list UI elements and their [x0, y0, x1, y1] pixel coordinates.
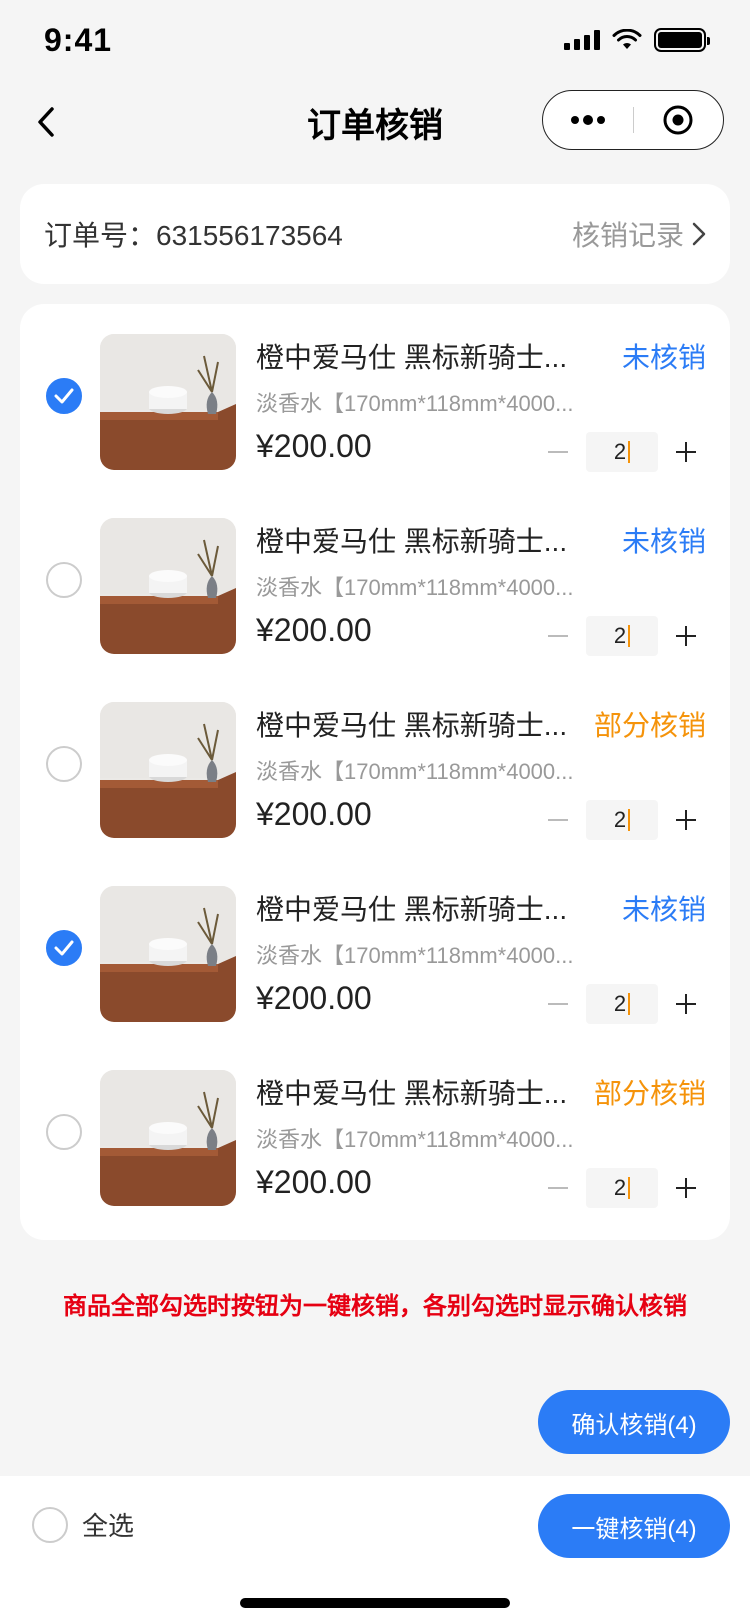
- product-title: 橙中爱马仕 黑标新骑士...: [256, 710, 568, 741]
- product-spec: 淡香水【170mm*118mm*4000...: [256, 1127, 574, 1152]
- select-all-label: 全选: [82, 1511, 135, 1541]
- quantity-stepper: 2: [538, 1168, 706, 1208]
- select-all-toggle[interactable]: 全选: [32, 1506, 134, 1543]
- target-close-icon: [663, 105, 693, 135]
- increase-button[interactable]: [666, 984, 706, 1024]
- verify-status-badge: 未核销: [621, 526, 706, 557]
- verify-status-badge: 未核销: [621, 894, 706, 925]
- increase-button[interactable]: [666, 800, 706, 840]
- product-spec: 淡香水【170mm*118mm*4000...: [256, 759, 574, 784]
- signal-icon: [564, 30, 600, 50]
- quantity-value[interactable]: 2: [586, 432, 658, 472]
- product-title: 橙中爱马仕 黑标新骑士...: [256, 342, 568, 373]
- chevron-right-icon: [692, 222, 706, 246]
- home-indicator: [240, 1598, 510, 1608]
- page-title: 订单核销: [307, 106, 443, 145]
- increase-button[interactable]: [666, 616, 706, 656]
- verify-status-badge: 部分核销: [593, 1078, 706, 1109]
- product-list: 橙中爱马仕 黑标新骑士... 未核销 淡香水【170mm*118mm*4000.…: [20, 304, 730, 1240]
- order-number: 订单号：631556173564: [44, 220, 343, 251]
- product-price: ¥200.00: [256, 980, 372, 1016]
- quantity-stepper: 2: [538, 616, 706, 656]
- checkmark-icon: [54, 388, 74, 404]
- decrease-button[interactable]: [538, 800, 578, 840]
- item-checkbox[interactable]: [46, 746, 82, 782]
- product-item[interactable]: 橙中爱马仕 黑标新骑士... 未核销 淡香水【170mm*118mm*4000.…: [20, 856, 730, 1040]
- more-dots-icon: [570, 115, 605, 125]
- quantity-stepper: 2: [538, 800, 706, 840]
- item-checkbox[interactable]: [46, 378, 82, 414]
- verify-status-badge: 未核销: [621, 342, 706, 373]
- quantity-stepper: 2: [538, 984, 706, 1024]
- product-spec: 淡香水【170mm*118mm*4000...: [256, 575, 574, 600]
- product-price: ¥200.00: [256, 1164, 372, 1200]
- nav-bar: 订单核销: [0, 80, 750, 164]
- records-link-label: 核销记录: [571, 220, 684, 251]
- quantity-value[interactable]: 2: [586, 984, 658, 1024]
- decrease-button[interactable]: [538, 616, 578, 656]
- verification-records-link[interactable]: 核销记录: [572, 214, 706, 254]
- product-item[interactable]: 橙中爱马仕 黑标新骑士... 未核销 淡香水【170mm*118mm*4000.…: [20, 304, 730, 488]
- product-price: ¥200.00: [256, 796, 372, 832]
- product-title: 橙中爱马仕 黑标新骑士...: [256, 1078, 568, 1109]
- product-price: ¥200.00: [256, 612, 372, 648]
- verify-status-badge: 部分核销: [593, 710, 706, 741]
- decrease-button[interactable]: [538, 1168, 578, 1208]
- status-bar: 9:41: [0, 0, 750, 80]
- close-miniprogram-button[interactable]: [634, 91, 724, 149]
- product-item[interactable]: 橙中爱马仕 黑标新骑士... 部分核销 淡香水【170mm*118mm*4000…: [20, 1040, 730, 1224]
- chevron-left-icon: [38, 107, 54, 137]
- item-checkbox[interactable]: [46, 1114, 82, 1150]
- battery-icon: [654, 28, 710, 52]
- item-checkbox[interactable]: [46, 562, 82, 598]
- product-price: ¥200.00: [256, 428, 372, 464]
- quantity-value[interactable]: 2: [586, 800, 658, 840]
- quantity-value[interactable]: 2: [586, 616, 658, 656]
- product-thumbnail: [100, 1070, 236, 1206]
- confirm-verify-button[interactable]: 确认核销(4): [538, 1390, 730, 1454]
- item-checkbox[interactable]: [46, 930, 82, 966]
- order-info-card: 订单号：631556173564 核销记录: [20, 184, 730, 284]
- product-thumbnail: [100, 334, 236, 470]
- product-thumbnail: [100, 886, 236, 1022]
- product-thumbnail: [100, 702, 236, 838]
- product-spec: 淡香水【170mm*118mm*4000...: [256, 391, 574, 416]
- instruction-notice: 商品全部勾选时按钮为一键核销，各别勾选时显示确认核销: [63, 1293, 687, 1320]
- more-button[interactable]: [543, 91, 633, 149]
- quantity-stepper: 2: [538, 432, 706, 472]
- wifi-icon: [612, 29, 642, 49]
- status-time: 9:41: [44, 21, 113, 58]
- product-spec: 淡香水【170mm*118mm*4000...: [256, 943, 574, 968]
- product-item[interactable]: 橙中爱马仕 黑标新骑士... 未核销 淡香水【170mm*118mm*4000.…: [20, 488, 730, 672]
- product-item[interactable]: 橙中爱马仕 黑标新骑士... 部分核销 淡香水【170mm*118mm*4000…: [20, 672, 730, 856]
- increase-button[interactable]: [666, 432, 706, 472]
- decrease-button[interactable]: [538, 432, 578, 472]
- product-title: 橙中爱马仕 黑标新骑士...: [256, 894, 568, 925]
- one-click-verify-button[interactable]: 一键核销(4): [538, 1494, 730, 1558]
- product-title: 橙中爱马仕 黑标新骑士...: [256, 526, 568, 557]
- quantity-value[interactable]: 2: [586, 1168, 658, 1208]
- increase-button[interactable]: [666, 1168, 706, 1208]
- miniprogram-capsule: [542, 90, 724, 150]
- select-all-checkbox[interactable]: [32, 1506, 68, 1543]
- checkmark-icon: [54, 940, 74, 956]
- product-thumbnail: [100, 518, 236, 654]
- status-icons: [564, 28, 710, 52]
- decrease-button[interactable]: [538, 984, 578, 1024]
- back-button[interactable]: [26, 100, 66, 144]
